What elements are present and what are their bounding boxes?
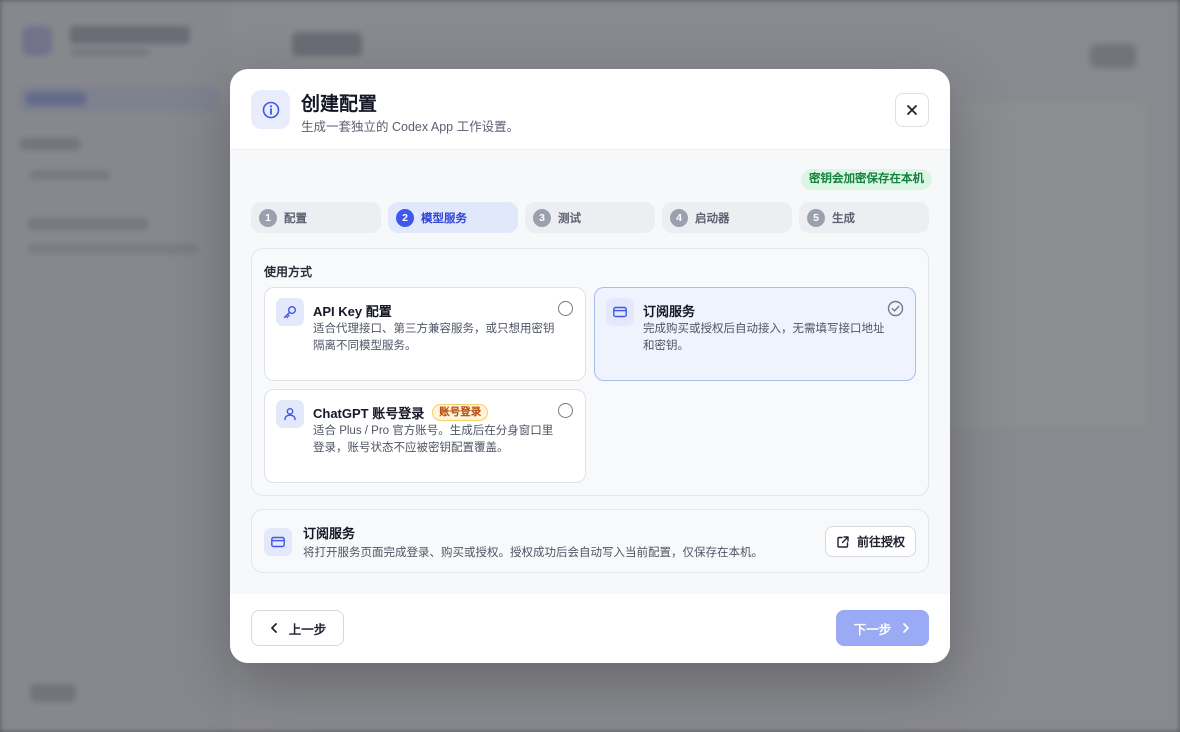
option-title: 订阅服务 — [643, 304, 696, 319]
step-label: 模型服务 — [421, 212, 467, 225]
subscription-info-title: 订阅服务 — [303, 526, 356, 541]
secure-storage-badge: 密钥会加密保存在本机 — [801, 169, 932, 190]
check-circle-icon — [887, 300, 904, 317]
previous-step-button[interactable]: 上一步 — [251, 610, 344, 646]
dialog-subtitle: 生成一套独立的 Codex App 工作设置。 — [301, 120, 520, 134]
account-login-tag: 账号登录 — [432, 404, 489, 421]
option-title: ChatGPT 账号登录 账号登录 — [313, 403, 489, 422]
step-config[interactable]: 1 配置 — [251, 202, 381, 233]
chevron-right-icon — [903, 623, 910, 633]
info-icon — [251, 90, 290, 129]
radio-button[interactable] — [558, 301, 573, 316]
dialog-body: 密钥会加密保存在本机 1 配置 2 模型服务 3 测试 4 启动器 5 生成 使… — [230, 150, 950, 594]
step-label: 启动器 — [695, 212, 730, 225]
step-model-service[interactable]: 2 模型服务 — [388, 202, 518, 233]
option-description: 适合代理接口、第三方兼容服务，或只想用密钥隔离不同模型服务。 — [313, 323, 555, 352]
subscription-info-description: 将打开服务页面完成登录、购买或授权。授权成功后会自动写入当前配置，仅保存在本机。 — [303, 547, 763, 559]
dialog-header: 创建配置 生成一套独立的 Codex App 工作设置。 — [230, 69, 950, 150]
usage-method-title: 使用方式 — [264, 265, 313, 279]
dialog-title: 创建配置 — [301, 94, 378, 115]
key-icon — [276, 298, 304, 326]
option-api-key[interactable]: API Key 配置 适合代理接口、第三方兼容服务，或只想用密钥隔离不同模型服务… — [264, 287, 586, 381]
option-subscription[interactable]: 订阅服务 完成购买或授权后自动接入，无需填写接口地址和密钥。 — [594, 287, 916, 381]
user-icon — [276, 400, 304, 428]
step-generate[interactable]: 5 生成 — [799, 202, 929, 233]
create-config-dialog: 创建配置 生成一套独立的 Codex App 工作设置。 密钥会加密保存在本机 … — [230, 69, 950, 663]
radio-button[interactable] — [558, 403, 573, 418]
next-step-button[interactable]: 下一步 — [836, 610, 929, 646]
step-number: 2 — [396, 208, 414, 227]
option-description: 完成购买或授权后自动接入，无需填写接口地址和密钥。 — [643, 323, 885, 352]
step-launcher[interactable]: 4 启动器 — [662, 202, 792, 233]
step-test[interactable]: 3 测试 — [525, 202, 655, 233]
usage-method-section: 使用方式 API Key 配置 适合代理接口、第三方兼容服务，或只想用密钥隔离不… — [251, 248, 929, 496]
close-button[interactable] — [895, 93, 929, 127]
stepper: 1 配置 2 模型服务 3 测试 4 启动器 5 生成 — [251, 202, 929, 233]
go-authorize-button[interactable]: 前往授权 — [825, 526, 916, 557]
next-step-label: 下一步 — [853, 622, 892, 637]
subscription-info-panel: 订阅服务 将打开服务页面完成登录、购买或授权。授权成功后会自动写入当前配置，仅保… — [251, 509, 929, 573]
chevron-left-icon — [270, 623, 277, 633]
go-authorize-label: 前往授权 — [856, 535, 905, 549]
step-label: 生成 — [832, 212, 855, 225]
step-number: 4 — [670, 208, 688, 227]
step-number: 1 — [259, 208, 277, 227]
step-label: 配置 — [284, 212, 307, 225]
dialog-footer: 上一步 下一步 — [230, 594, 950, 663]
external-link-icon — [837, 535, 849, 548]
step-label: 测试 — [558, 212, 581, 225]
card-icon — [606, 298, 634, 326]
card-icon — [264, 528, 292, 556]
step-number: 5 — [807, 208, 825, 227]
close-icon — [907, 105, 917, 115]
option-chatgpt-login[interactable]: ChatGPT 账号登录 账号登录 适合 Plus / Pro 官方账号。生成后… — [264, 389, 586, 483]
step-number: 3 — [533, 208, 551, 227]
option-title: API Key 配置 — [313, 304, 392, 319]
option-description: 适合 Plus / Pro 官方账号。生成后在分身窗口里登录，账号状态不应被密钥… — [313, 425, 554, 454]
previous-step-label: 上一步 — [288, 622, 327, 637]
option-title-text: ChatGPT 账号登录 — [313, 406, 425, 421]
